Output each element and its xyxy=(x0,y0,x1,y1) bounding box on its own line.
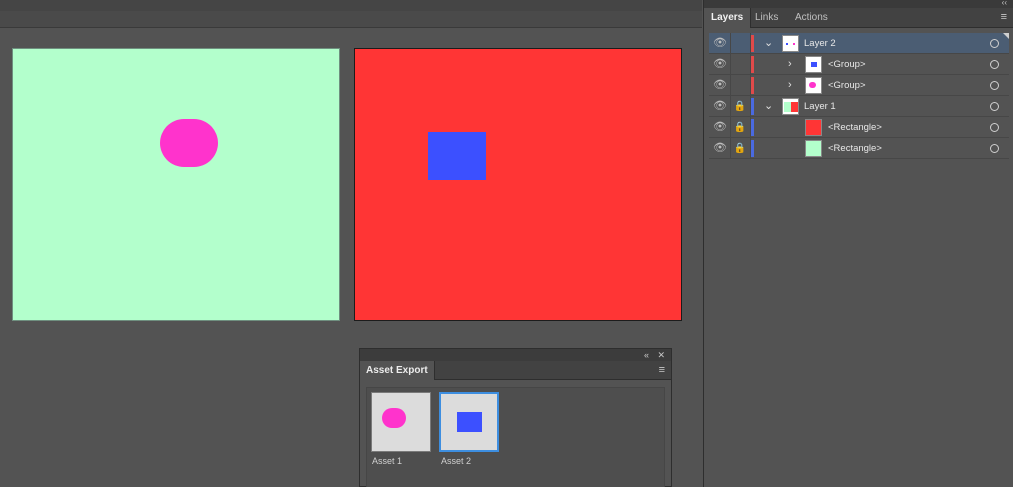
lock-icon[interactable]: 🔒 xyxy=(731,96,749,117)
layer-row-group[interactable]: 👁 › <Group> xyxy=(709,54,1009,75)
collapse-icon[interactable]: ‹‹ xyxy=(1002,0,1007,7)
column-divider xyxy=(730,96,731,117)
layer-color-bar xyxy=(751,140,754,157)
asset-label: Asset 1 xyxy=(372,456,403,466)
asset-label: Asset 2 xyxy=(441,456,472,466)
layer-color-bar xyxy=(751,98,754,115)
tab-layers[interactable]: Layers xyxy=(704,8,752,28)
asset-export-panel: « ✕ Asset Export ≡ Asset 1 Asset 2 xyxy=(359,348,672,487)
tab-links[interactable]: Links xyxy=(748,8,785,28)
target-circle-icon[interactable] xyxy=(990,123,999,132)
column-divider xyxy=(730,117,731,138)
chevron-right-icon[interactable]: › xyxy=(788,75,792,96)
layer-name[interactable]: Layer 2 xyxy=(804,33,836,54)
group-thumbnail xyxy=(805,56,822,73)
thumbnail-shape xyxy=(784,102,791,112)
layers-panel-strip[interactable]: ‹‹ xyxy=(704,0,1013,8)
target-circle-icon[interactable] xyxy=(990,81,999,90)
column-divider xyxy=(730,54,731,75)
layer-color-bar xyxy=(751,119,754,136)
layer-row-group[interactable]: 👁 › <Group> xyxy=(709,75,1009,96)
visibility-eye-icon[interactable]: 👁 xyxy=(711,75,729,96)
lock-icon[interactable]: 🔒 xyxy=(731,117,749,138)
thumbnail-shape xyxy=(809,82,816,88)
layer-color-bar xyxy=(751,56,754,73)
visibility-eye-icon[interactable]: 👁 xyxy=(711,96,729,117)
layer-row-layer-2[interactable]: 👁 ⌄ Layer 2 xyxy=(709,33,1009,54)
asset-grid: Asset 1 Asset 2 xyxy=(366,387,665,487)
artboard-2[interactable] xyxy=(354,48,682,321)
blue-rectangle-thumbnail xyxy=(457,412,482,432)
document-top-bar xyxy=(0,0,702,11)
tab-actions[interactable]: Actions xyxy=(788,8,835,28)
layer-color-bar xyxy=(751,35,754,52)
blue-rectangle-shape[interactable] xyxy=(428,132,486,180)
layer-thumbnail xyxy=(782,35,799,52)
visibility-eye-icon[interactable]: 👁 xyxy=(711,138,729,159)
panel-menu-icon[interactable]: ≡ xyxy=(1001,12,1007,23)
thumbnail-dot xyxy=(786,43,788,45)
layer-name[interactable]: <Group> xyxy=(828,75,866,96)
chevron-right-icon[interactable]: › xyxy=(788,54,792,75)
group-thumbnail xyxy=(805,77,822,94)
target-circle-icon[interactable] xyxy=(990,144,999,153)
layer-color-bar xyxy=(751,77,754,94)
target-circle-icon[interactable] xyxy=(990,60,999,69)
close-icon[interactable]: ✕ xyxy=(657,349,665,361)
asset-tile-2[interactable] xyxy=(439,392,499,452)
thumbnail-dot xyxy=(793,43,795,45)
magenta-pill-thumbnail xyxy=(382,408,406,428)
panel-menu-icon[interactable]: ≡ xyxy=(659,365,665,376)
target-circle-icon[interactable] xyxy=(990,39,999,48)
magenta-pill-shape[interactable] xyxy=(160,119,218,167)
layer-row-rectangle[interactable]: 👁 🔒 <Rectangle> xyxy=(709,138,1009,159)
column-divider xyxy=(730,138,731,159)
layer-name[interactable]: <Rectangle> xyxy=(828,117,882,138)
chevron-down-icon[interactable]: ⌄ xyxy=(764,33,773,54)
visibility-eye-icon[interactable]: 👁 xyxy=(711,33,729,54)
thumbnail-shape xyxy=(791,102,798,112)
layer-row-rectangle[interactable]: 👁 🔒 <Rectangle> xyxy=(709,117,1009,138)
column-divider xyxy=(730,75,731,96)
rectangle-thumbnail xyxy=(805,140,822,157)
layer-name[interactable]: Layer 1 xyxy=(804,96,836,117)
target-circle-icon[interactable] xyxy=(990,102,999,111)
layer-name[interactable]: <Rectangle> xyxy=(828,138,882,159)
layer-name[interactable]: <Group> xyxy=(828,54,866,75)
visibility-eye-icon[interactable]: 👁 xyxy=(711,117,729,138)
asset-tile-1[interactable] xyxy=(371,392,431,452)
visibility-eye-icon[interactable]: 👁 xyxy=(711,54,729,75)
tab-asset-export[interactable]: Asset Export xyxy=(360,361,435,380)
rectangle-thumbnail xyxy=(805,119,822,136)
chevron-down-icon[interactable]: ⌄ xyxy=(764,96,773,117)
thumbnail-shape xyxy=(811,62,817,67)
asset-tab-bar: Asset Export ≡ xyxy=(360,361,671,380)
layers-panel: ‹‹ Layers Links Actions ≡ 👁 ⌄ Layer 2 👁 xyxy=(703,0,1013,487)
layers-tab-bar: Layers Links Actions ≡ xyxy=(704,8,1013,28)
collapse-icon[interactable]: « xyxy=(644,349,649,361)
artboard-1[interactable] xyxy=(12,48,340,321)
document-tab-strip xyxy=(0,11,702,28)
layer-row-layer-1[interactable]: 👁 🔒 ⌄ Layer 1 xyxy=(709,96,1009,117)
layers-list: 👁 ⌄ Layer 2 👁 › <Group> 👁 › <Group> 👁 🔒 … xyxy=(709,33,1009,159)
selection-corner-icon xyxy=(1003,33,1009,39)
column-divider xyxy=(730,33,731,54)
lock-icon[interactable]: 🔒 xyxy=(731,138,749,159)
asset-panel-title-strip[interactable]: « ✕ xyxy=(360,349,671,361)
layer-thumbnail xyxy=(782,98,799,115)
